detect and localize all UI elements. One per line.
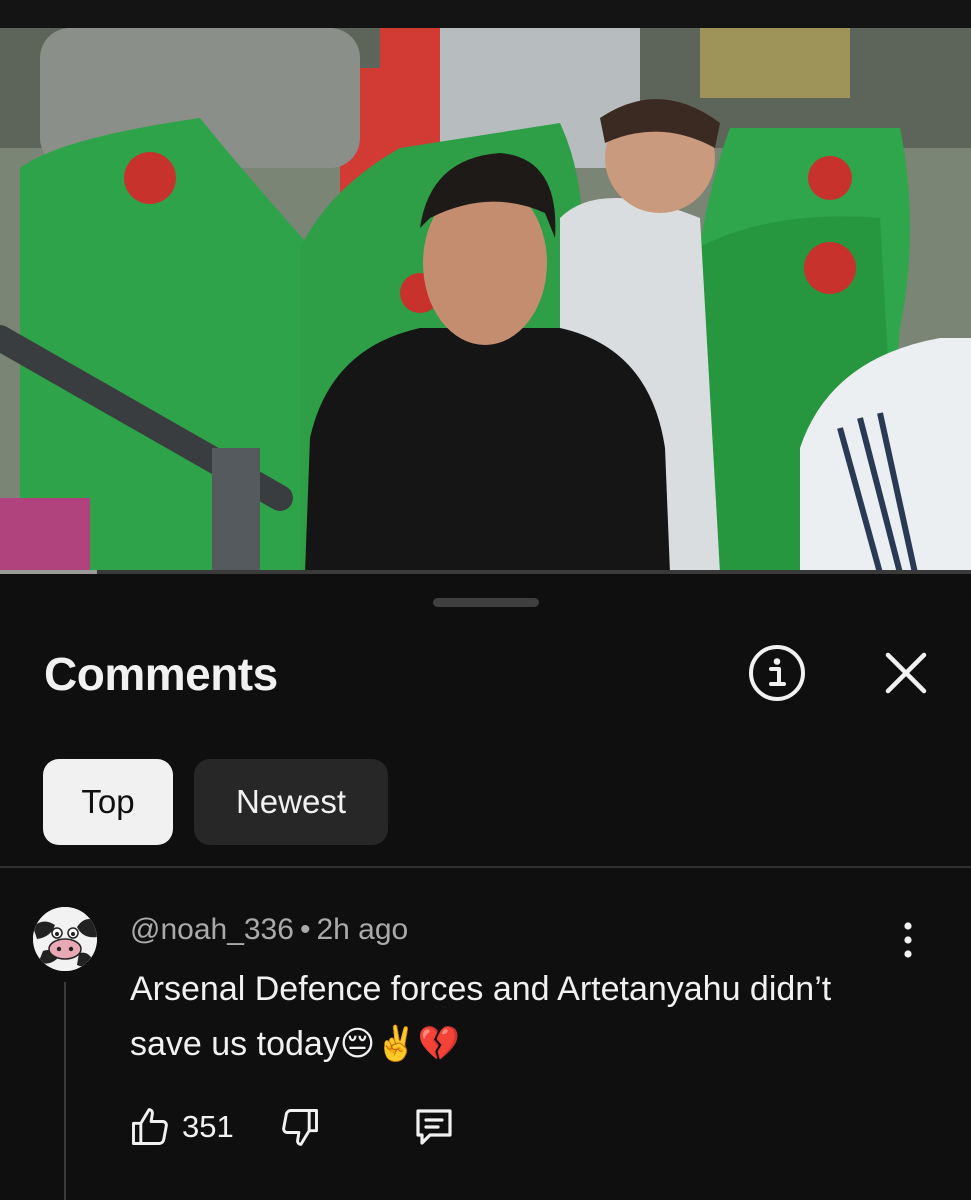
video-player[interactable] bbox=[0, 28, 971, 573]
video-progress-bar[interactable] bbox=[0, 570, 971, 574]
sort-chip-newest[interactable]: Newest bbox=[194, 759, 388, 845]
avatar[interactable] bbox=[33, 907, 97, 971]
panel-title: Comments bbox=[44, 648, 278, 700]
comment-text: Arsenal Defence forces and Artetanyahu d… bbox=[130, 970, 832, 1063]
comment-meta: @noah_336 • 2h ago bbox=[130, 913, 408, 947]
thumbs-down-icon bbox=[282, 1109, 318, 1146]
cow-face-avatar-icon bbox=[33, 907, 97, 971]
comments-panel: Comments Top Newest @noah_336 • 2h ago A… bbox=[0, 577, 971, 1200]
meta-separator: • bbox=[299, 913, 311, 946]
more-vertical-icon bbox=[904, 922, 912, 958]
like-button[interactable]: 351 bbox=[128, 1099, 234, 1155]
sort-chip-top[interactable]: Top bbox=[43, 759, 173, 845]
reply-button[interactable] bbox=[410, 1099, 458, 1155]
close-x-icon bbox=[885, 652, 927, 694]
status-bar bbox=[0, 0, 971, 28]
comment-more-button[interactable] bbox=[886, 913, 930, 967]
thumbs-up-icon bbox=[132, 1108, 168, 1145]
comment-author[interactable]: @noah_336 bbox=[130, 913, 294, 946]
reply-comment-icon bbox=[416, 1109, 452, 1145]
thread-line bbox=[64, 982, 66, 1200]
close-button[interactable] bbox=[874, 641, 938, 705]
divider bbox=[0, 866, 971, 868]
comment-time: 2h ago bbox=[316, 913, 409, 946]
info-circle-icon bbox=[749, 645, 805, 701]
video-frame-illustration bbox=[0, 28, 971, 573]
drag-handle[interactable] bbox=[433, 598, 539, 607]
dislike-button[interactable] bbox=[278, 1099, 322, 1155]
info-button[interactable] bbox=[745, 641, 809, 705]
like-count: 351 bbox=[182, 1109, 234, 1144]
video-progress-fill bbox=[0, 570, 98, 574]
